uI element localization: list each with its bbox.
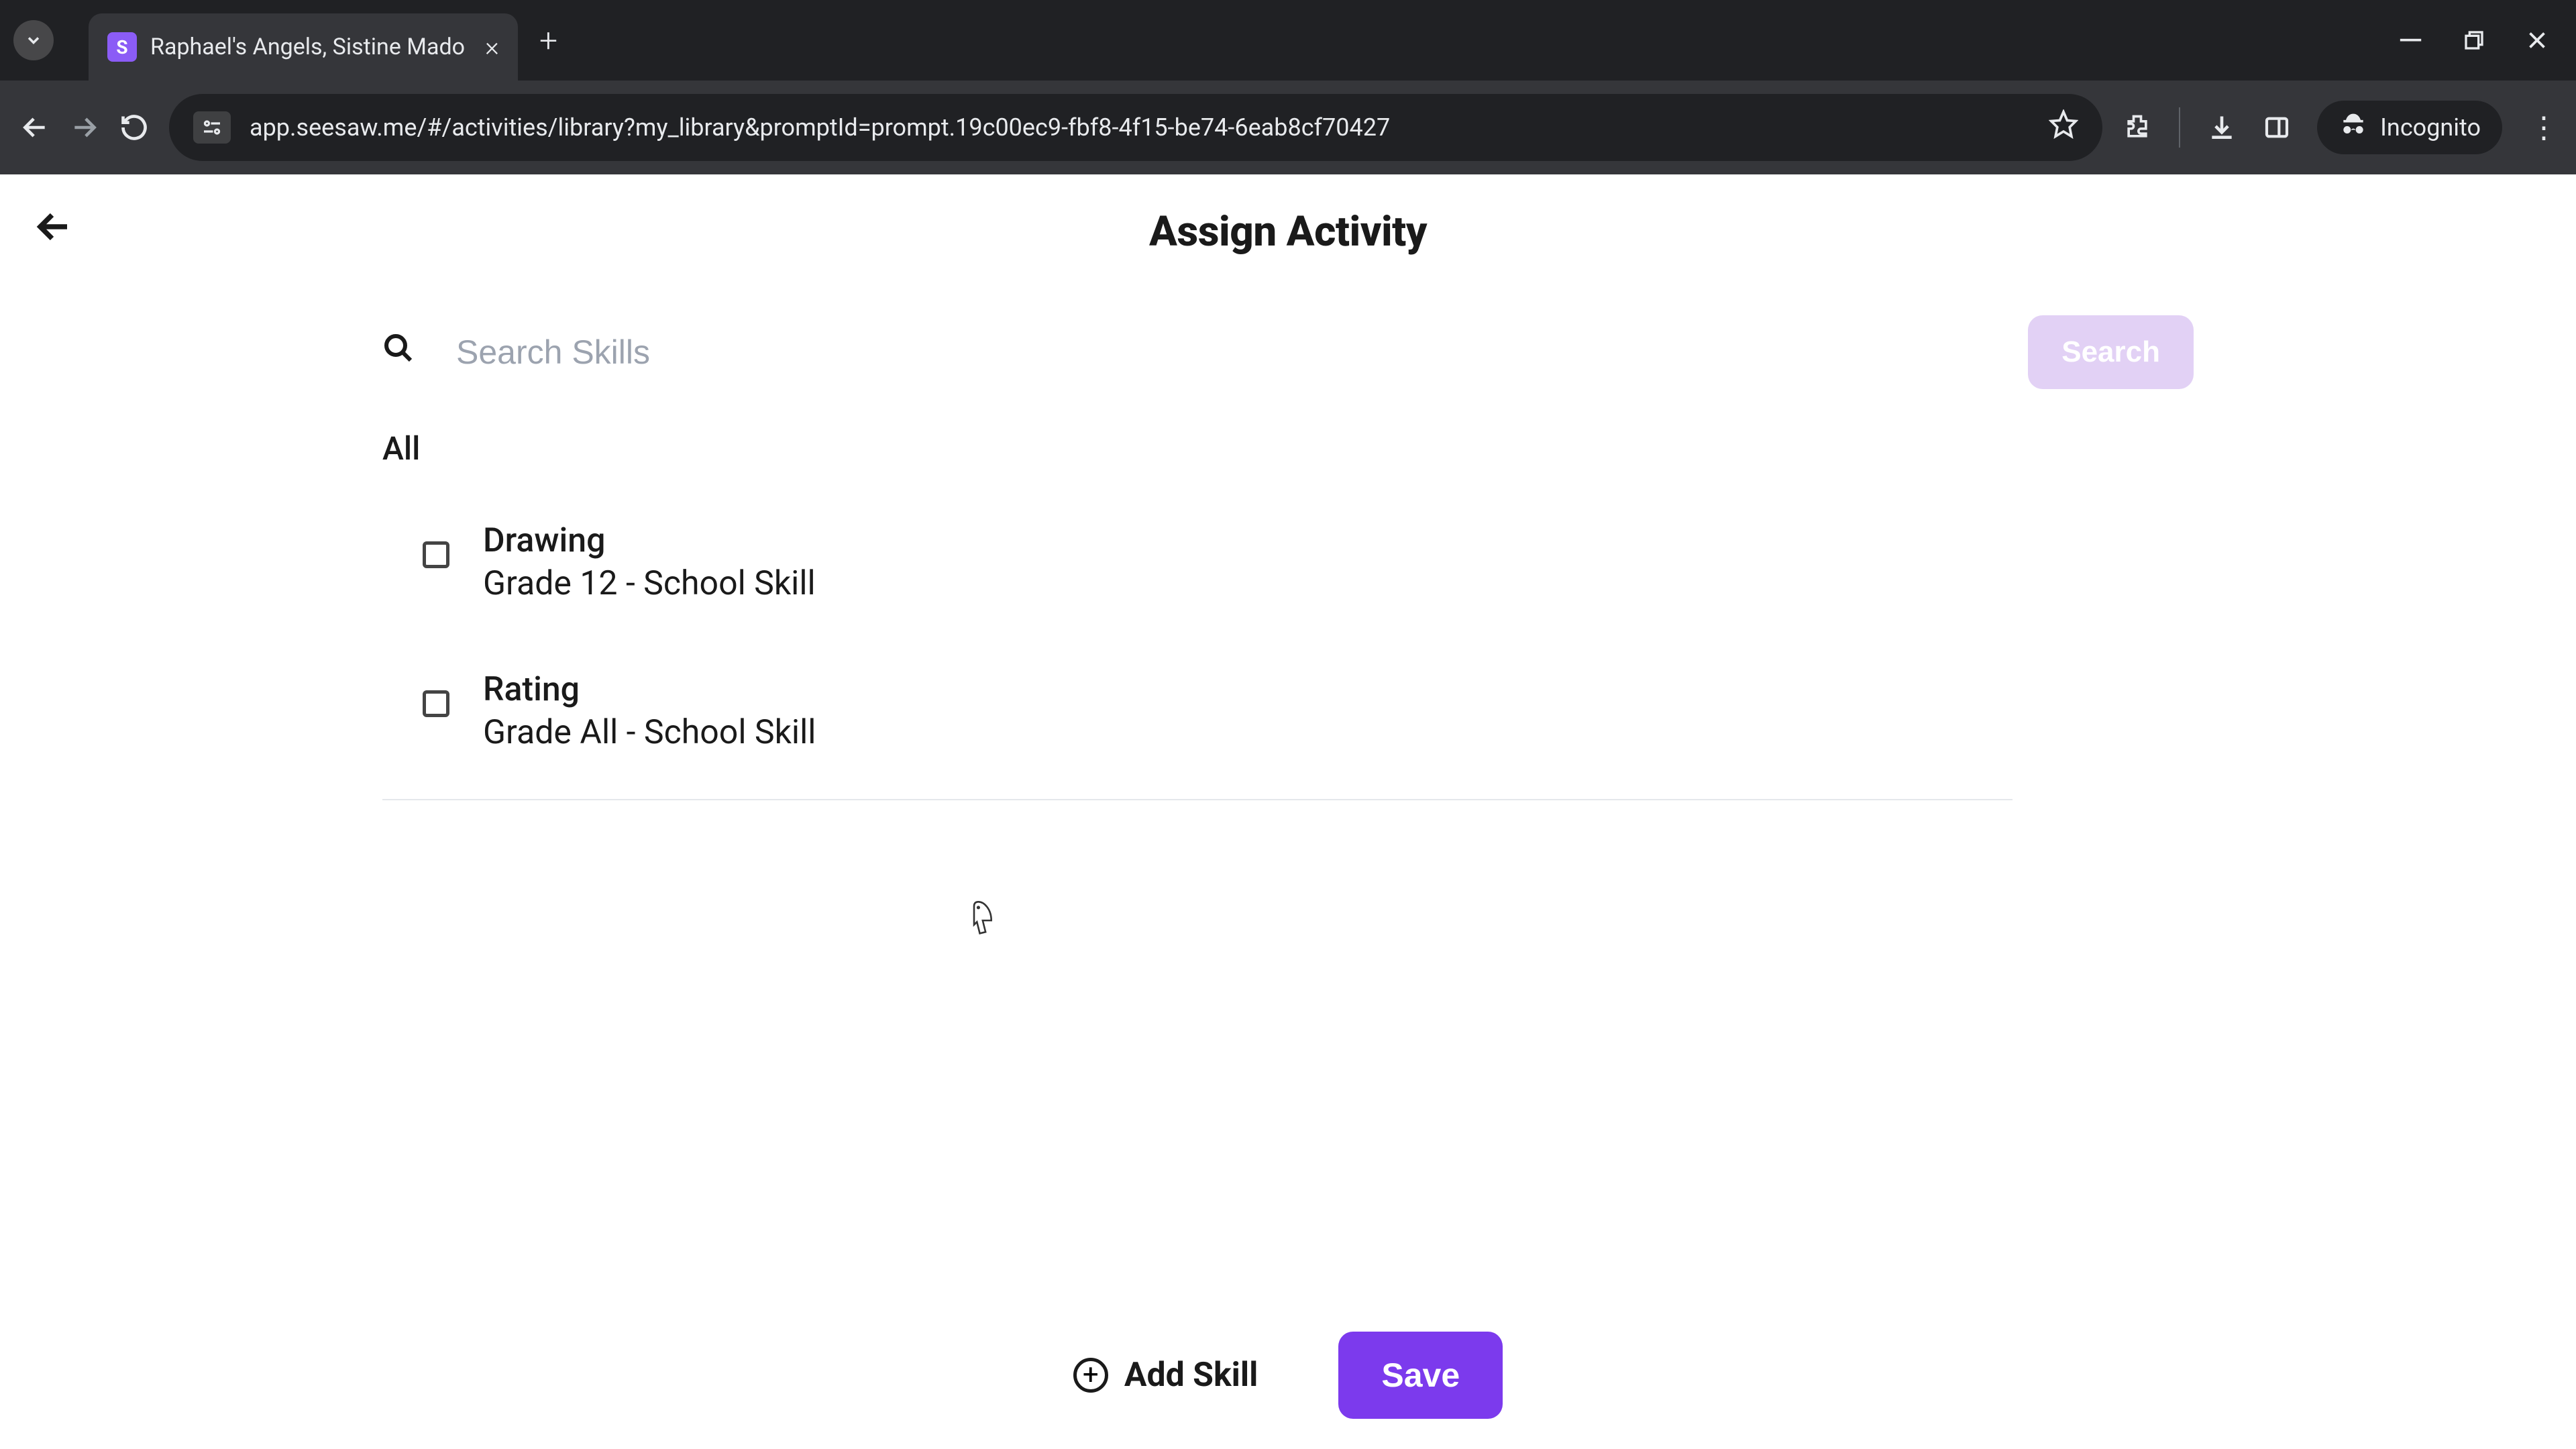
nav-forward-icon — [70, 113, 99, 142]
window-maximize-icon[interactable] — [2463, 21, 2485, 60]
search-button[interactable]: Search — [2028, 315, 2194, 389]
site-settings-icon[interactable] — [193, 111, 231, 144]
toolbar-divider — [2179, 107, 2180, 148]
new-tab-button[interactable]: + — [539, 21, 557, 60]
page-title: Assign Activity — [0, 207, 2576, 256]
search-skills-input[interactable] — [456, 333, 2015, 372]
tab-title: Raphael's Angels, Sistine Mado — [150, 34, 472, 60]
browser-menu-icon[interactable]: ⋮ — [2529, 110, 2556, 145]
tab-favicon-icon: S — [107, 32, 137, 62]
skills-list: Drawing Grade 12 - School Skill Rating G… — [369, 494, 2207, 800]
skill-name: Rating — [483, 670, 816, 709]
filter-all-label: All — [369, 429, 2207, 468]
skill-checkbox[interactable] — [423, 690, 449, 717]
search-divider — [435, 332, 436, 372]
plus-circle-icon: + — [1073, 1358, 1108, 1393]
browser-tab[interactable]: S Raphael's Angels, Sistine Mado × — [89, 13, 518, 80]
incognito-badge[interactable]: Incognito — [2317, 101, 2502, 154]
window-close-icon[interactable] — [2525, 21, 2549, 60]
nav-reload-icon[interactable] — [119, 113, 149, 142]
save-button[interactable]: Save — [1338, 1332, 1503, 1419]
nav-back-icon[interactable] — [20, 113, 50, 142]
skill-checkbox[interactable] — [423, 541, 449, 568]
page-back-button[interactable] — [34, 207, 74, 257]
mouse-cursor-icon — [969, 899, 999, 942]
search-icon — [382, 332, 415, 372]
window-minimize-icon[interactable]: — — [2398, 21, 2423, 60]
skill-name: Drawing — [483, 521, 816, 560]
url-bar[interactable]: app.seesaw.me/#/activities/library?my_li… — [169, 94, 2102, 161]
skill-item[interactable]: Rating Grade All - School Skill — [369, 643, 2207, 792]
skill-grade: Grade All - School Skill — [483, 713, 816, 752]
add-skill-label: Add Skill — [1124, 1356, 1258, 1395]
skill-grade: Grade 12 - School Skill — [483, 564, 816, 603]
tabs-dropdown[interactable] — [13, 20, 54, 60]
incognito-icon — [2339, 111, 2368, 144]
extensions-icon[interactable] — [2123, 113, 2152, 142]
bookmark-star-icon[interactable] — [2049, 109, 2078, 146]
list-divider — [382, 799, 2012, 800]
downloads-icon[interactable] — [2207, 113, 2237, 142]
tab-close-icon[interactable]: × — [485, 34, 499, 60]
url-text[interactable]: app.seesaw.me/#/activities/library?my_li… — [250, 113, 2030, 142]
incognito-label: Incognito — [2380, 113, 2481, 142]
add-skill-button[interactable]: + Add Skill — [1073, 1356, 1258, 1395]
skill-item[interactable]: Drawing Grade 12 - School Skill — [369, 494, 2207, 643]
side-panel-icon[interactable] — [2263, 114, 2290, 141]
